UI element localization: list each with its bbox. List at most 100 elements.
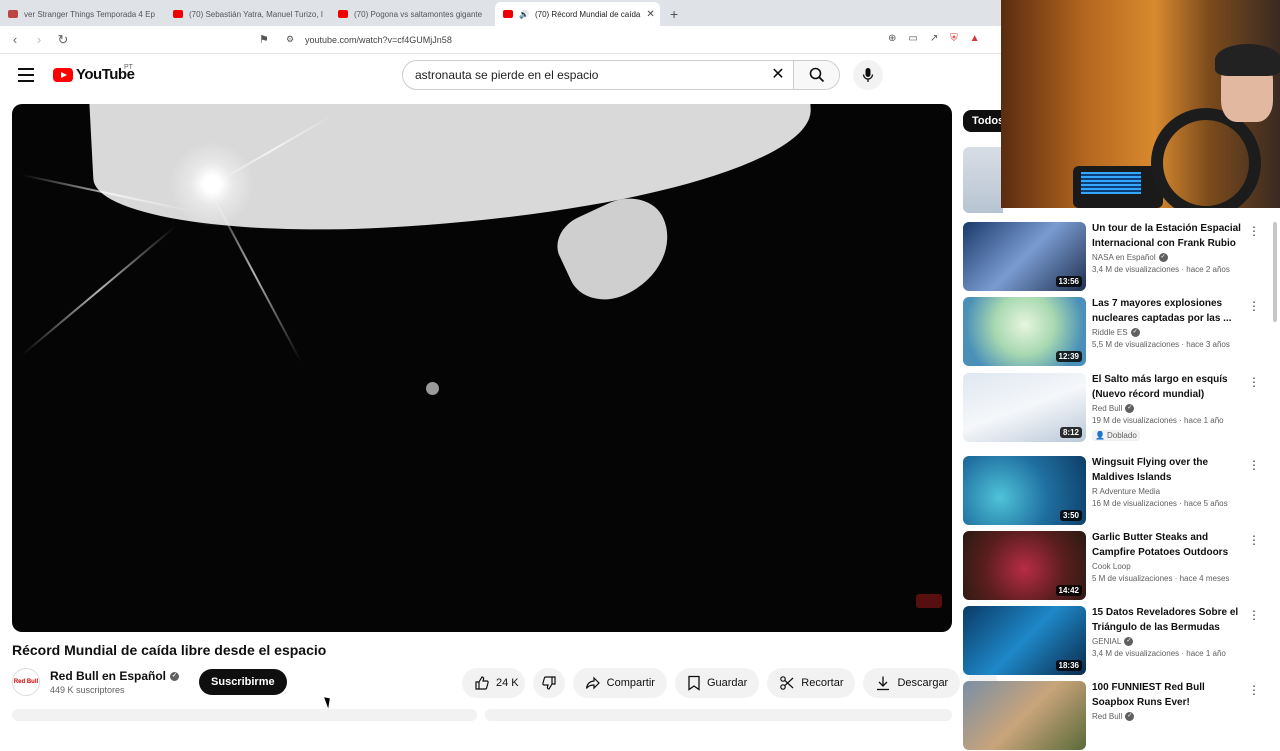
- clip-button[interactable]: Recortar: [767, 668, 856, 698]
- bookmark-icon[interactable]: ⚑: [259, 33, 269, 46]
- video-thumbnail[interactable]: 18:36: [963, 606, 1086, 675]
- verified-icon: ✓: [170, 671, 180, 681]
- youtube-header: YouTube PT astronauta se pierde en el es…: [0, 54, 1000, 98]
- save-button[interactable]: Guardar: [674, 668, 760, 698]
- dislike-button[interactable]: [532, 668, 565, 698]
- youtube-logo[interactable]: YouTube: [53, 66, 135, 83]
- duration-badge: 8:12: [1059, 427, 1082, 438]
- video-thumbnail[interactable]: 14:42: [963, 531, 1086, 600]
- browser-tab[interactable]: (70) Sebastián Yatra, Manuel Turizo, I: [165, 2, 330, 26]
- search-input[interactable]: astronauta se pierde en el espacio: [403, 61, 763, 89]
- channel-name-row[interactable]: Red Bull en Español ✓: [50, 669, 180, 683]
- subscribe-button[interactable]: Suscribirme: [199, 669, 287, 695]
- scrollbar[interactable]: [1273, 222, 1277, 322]
- recommendation-info: El Salto más largo en esquís (Nuevo réco…: [1092, 373, 1242, 443]
- recommendation-item[interactable]: 14:42 Garlic Butter Steaks and Campfire P…: [963, 531, 1263, 601]
- more-vertical-icon[interactable]: ⋮: [1248, 299, 1260, 313]
- save-icon: [688, 675, 700, 691]
- recommendation-item[interactable]: 100 FUNNIEST Red Bull Soapbox Runs Ever!…: [963, 681, 1263, 751]
- address-bar-actions: ⊕ ▭ ↗ ⛨ ▲: [888, 33, 980, 44]
- speaker-icon: 🔊: [519, 9, 529, 19]
- recommendation-channel[interactable]: Cook Loop: [1092, 562, 1131, 571]
- recommendation-channel[interactable]: Riddle ES: [1092, 328, 1128, 337]
- streamer-headset: [1215, 44, 1280, 76]
- recommendation-title[interactable]: 100 FUNNIEST Red Bull Soapbox Runs Ever!: [1092, 681, 1242, 710]
- owner-row: Red Bull Red Bull en Español ✓ 449 K sus…: [12, 668, 287, 696]
- video-actions: 24 K Compartir Guardar Recortar Descarga…: [462, 668, 999, 698]
- more-vertical-icon[interactable]: ⋮: [1248, 683, 1260, 697]
- channel-avatar[interactable]: Red Bull: [12, 668, 40, 696]
- new-tab-button[interactable]: +: [660, 6, 688, 26]
- zoom-icon[interactable]: ⊕: [888, 33, 896, 44]
- site-info-icon[interactable]: ⚙: [286, 34, 294, 45]
- share-arrow-icon: [585, 676, 600, 690]
- voice-search-button[interactable]: [853, 60, 883, 90]
- recommendation-channel[interactable]: Red Bull: [1092, 404, 1122, 413]
- verified-icon: ✓: [1158, 253, 1168, 262]
- more-vertical-icon[interactable]: ⋮: [1248, 224, 1260, 238]
- more-vertical-icon[interactable]: ⋮: [1248, 533, 1260, 547]
- recommendation-title[interactable]: Las 7 mayores explosiones nucleares capt…: [1092, 297, 1242, 326]
- forward-icon[interactable]: ›: [32, 32, 46, 47]
- recommendation-thumbnail-partial[interactable]: [963, 147, 1003, 213]
- back-icon[interactable]: ‹: [8, 32, 22, 47]
- cursor-dot: [426, 382, 439, 395]
- recommendation-channel[interactable]: GENIAL: [1092, 637, 1121, 646]
- recommendation-meta: 16 M de visualizaciones · hace 5 años: [1092, 499, 1228, 508]
- url-field[interactable]: youtube.com/watch?v=cf4GUMjJn58: [305, 35, 452, 45]
- recommendation-info: Wingsuit Flying over the Maldives Island…: [1092, 456, 1242, 508]
- recommendation-item[interactable]: 18:36 15 Datos Reveladores Sobre el Trián…: [963, 606, 1263, 676]
- recommendation-channel-row: R Adventure Media: [1092, 487, 1242, 496]
- video-thumbnail[interactable]: 8:12: [963, 373, 1086, 442]
- cast-icon[interactable]: ▭: [908, 33, 917, 44]
- youtube-favicon-icon: [503, 10, 513, 18]
- recommendation-channel[interactable]: R Adventure Media: [1092, 487, 1160, 496]
- shield-icon[interactable]: ⛨: [950, 33, 958, 44]
- description-card[interactable]: [12, 709, 477, 721]
- share-icon[interactable]: ↗: [930, 33, 938, 44]
- red-bull-watermark: [916, 594, 942, 608]
- search-box: astronauta se pierde en el espacio ✕: [402, 60, 840, 90]
- like-button[interactable]: 24 K: [462, 668, 525, 698]
- more-vertical-icon[interactable]: ⋮: [1248, 458, 1260, 472]
- recommendation-item[interactable]: 3:50 Wingsuit Flying over the Maldives Is…: [963, 456, 1263, 526]
- youtube-play-icon: [53, 67, 73, 82]
- video-thumbnail[interactable]: 3:50: [963, 456, 1086, 525]
- video-player[interactable]: [12, 104, 952, 632]
- comments-card[interactable]: [485, 709, 952, 721]
- recommendation-item[interactable]: 12:39 Las 7 mayores explosiones nucleares…: [963, 297, 1263, 367]
- recommendation-item[interactable]: 13:56 Un tour de la Estación Espacial Int…: [963, 222, 1263, 292]
- close-tab-icon[interactable]: ✕: [646, 9, 654, 20]
- recommendation-title[interactable]: Garlic Butter Steaks and Campfire Potato…: [1092, 531, 1242, 560]
- channel-name[interactable]: Red Bull en Español: [50, 669, 166, 683]
- search-button[interactable]: [793, 61, 839, 89]
- recommendation-title[interactable]: Wingsuit Flying over the Maldives Island…: [1092, 456, 1242, 485]
- video-thumbnail[interactable]: [963, 681, 1086, 750]
- video-thumbnail[interactable]: 12:39: [963, 297, 1086, 366]
- recommendation-meta: 3,4 M de visualizaciones · hace 2 años: [1092, 265, 1230, 274]
- recommendation-meta: 19 M de visualizaciones · hace 1 año: [1092, 416, 1224, 425]
- browser-tab[interactable]: ver Stranger Things Temporada 4 Ep: [0, 2, 165, 26]
- duration-badge: 13:56: [1055, 276, 1082, 287]
- clear-search-icon[interactable]: ✕: [763, 61, 793, 89]
- share-button[interactable]: Compartir: [572, 668, 667, 698]
- browser-tab-active[interactable]: 🔊 (70) Récord Mundial de caída ✕: [495, 2, 660, 26]
- recommendation-item[interactable]: 8:12 El Salto más largo en esquís (Nuevo …: [963, 373, 1263, 443]
- alert-icon[interactable]: ▲: [970, 33, 980, 44]
- video-thumbnail[interactable]: 13:56: [963, 222, 1086, 291]
- country-code: PT: [124, 64, 133, 71]
- recommendation-title[interactable]: Un tour de la Estación Espacial Internac…: [1092, 222, 1242, 251]
- more-vertical-icon[interactable]: ⋮: [1248, 608, 1260, 622]
- recommendation-channel-row: NASA en Español ✓: [1092, 253, 1242, 262]
- channel-info: Red Bull en Español ✓ 449 K suscriptores: [50, 669, 180, 695]
- subscriber-count: 449 K suscriptores: [50, 685, 125, 695]
- download-button[interactable]: Descargar: [863, 668, 961, 698]
- menu-icon[interactable]: [18, 68, 34, 86]
- more-vertical-icon[interactable]: ⋮: [1248, 375, 1260, 389]
- reload-icon[interactable]: ↻: [56, 32, 70, 48]
- recommendation-title[interactable]: 15 Datos Reveladores Sobre el Triángulo …: [1092, 606, 1242, 635]
- steering-wheel: [1151, 108, 1261, 208]
- recommendation-title[interactable]: El Salto más largo en esquís (Nuevo réco…: [1092, 373, 1242, 402]
- browser-tab[interactable]: (70) Pogona vs saltamontes gigante: [330, 2, 495, 26]
- recommendation-channel[interactable]: NASA en Español: [1092, 253, 1156, 262]
